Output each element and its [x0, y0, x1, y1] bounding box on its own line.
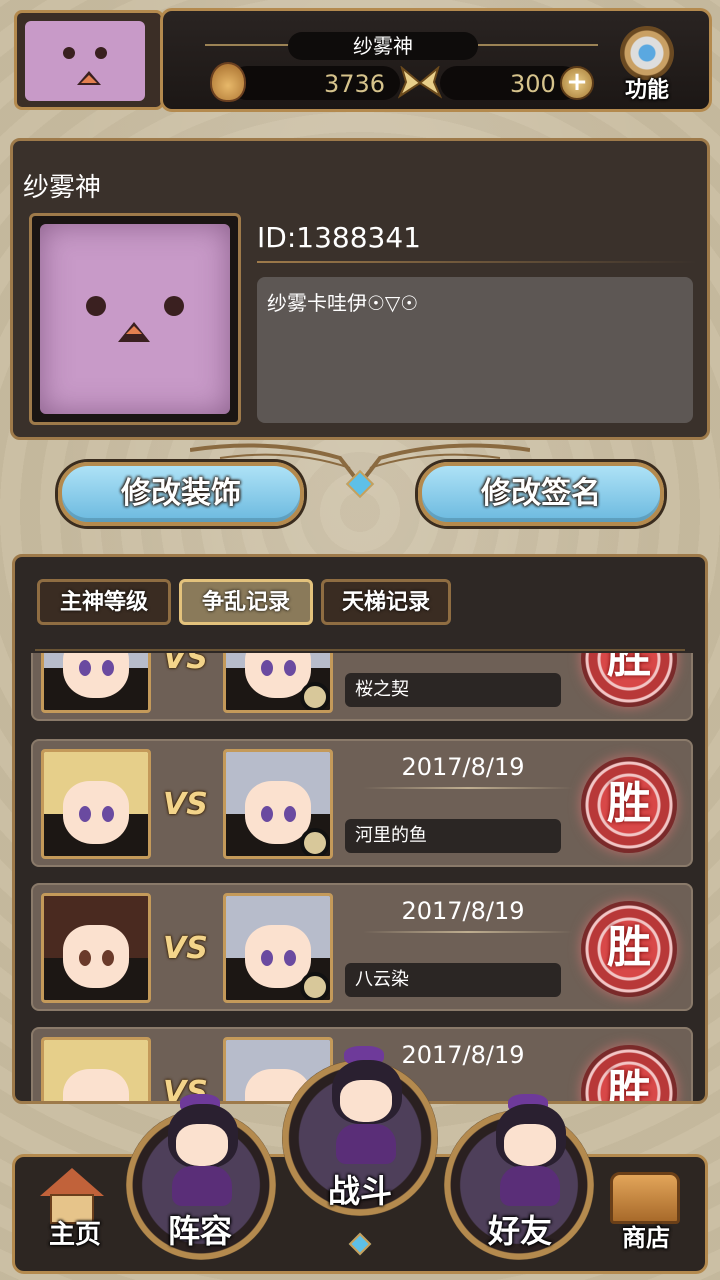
flame-icon [210, 62, 246, 102]
divider [35, 649, 685, 651]
butterfly-icon [398, 66, 442, 99]
signature-box: 纱雾卡哇伊☉▽☉ [257, 277, 693, 423]
nav-shop-label[interactable]: 商店 [608, 1218, 684, 1253]
vs-label: VS [163, 931, 208, 966]
records-panel: 主神等级 争乱记录 天梯记录 VS 桜之契 胜 VS 2017/8/19 河里的… [12, 554, 708, 1104]
edit-decoration-button[interactable]: 修改装饰 [58, 462, 304, 526]
player-portrait [41, 1037, 151, 1101]
avatar-face [40, 224, 230, 414]
record-date: 2017/8/19 [401, 897, 525, 925]
beak [118, 322, 150, 342]
edit-signature-button[interactable]: 修改签名 [418, 462, 664, 526]
avatar-face [25, 21, 145, 101]
search-icon[interactable] [300, 828, 330, 856]
records-list[interactable]: VS 桜之契 胜 VS 2017/8/19 河里的鱼 胜 VS 2017/8/1… [31, 653, 693, 1101]
plus-icon[interactable]: + [560, 66, 594, 100]
currency-primary: 3736 [324, 70, 386, 98]
friends-character-icon [470, 1094, 590, 1214]
function-label: 功能 [624, 78, 669, 103]
beak [77, 71, 101, 85]
profile-id: ID:1388341 [257, 221, 421, 254]
nav-home-label[interactable]: 主页 [40, 1214, 110, 1251]
eye-right [95, 47, 107, 59]
player-portrait [41, 893, 151, 1003]
list-item[interactable]: VS 桜之契 胜 [31, 653, 693, 721]
list-item[interactable]: VS 2017/8/19 河里的鱼 胜 [31, 739, 693, 867]
divider [257, 261, 697, 263]
profile-name: 纱雾神 [23, 173, 102, 203]
player-portrait [41, 749, 151, 859]
profile-avatar[interactable] [29, 213, 241, 425]
chest-icon[interactable] [610, 1172, 680, 1224]
lineup-character-icon [142, 1094, 262, 1214]
win-badge: 胜 [581, 757, 677, 853]
currency-secondary: 300 [510, 70, 556, 98]
vs-label: VS [163, 787, 208, 822]
nav-lineup-label[interactable]: 阵容 [150, 1206, 250, 1252]
player-name: 纱雾神 [288, 32, 478, 60]
eye-left [86, 296, 106, 316]
divider [363, 787, 573, 789]
function-button[interactable]: 功能 [612, 26, 682, 106]
tab-ladder-records[interactable]: 天梯记录 [321, 579, 451, 625]
battle-character-icon [306, 1046, 426, 1166]
eye-right [164, 296, 184, 316]
opponent-name: 河里的鱼 [345, 819, 561, 853]
opponent-portrait[interactable] [223, 653, 333, 713]
player-portrait [41, 653, 151, 713]
divider [363, 931, 573, 933]
vs-label: VS [163, 653, 208, 676]
nav-battle-label[interactable]: 战斗 [310, 1166, 410, 1212]
list-item[interactable]: VS 2017/8/19 八云染 胜 [31, 883, 693, 1011]
top-avatar[interactable] [14, 10, 164, 110]
opponent-name: 八云染 [345, 963, 561, 997]
win-badge: 胜 [581, 901, 677, 997]
opponent-portrait[interactable] [223, 749, 333, 859]
profile-panel: 纱雾神 ID:1388341 纱雾卡哇伊☉▽☉ [10, 138, 710, 440]
divider [205, 44, 290, 46]
divider [478, 44, 598, 46]
signature-text: 纱雾卡哇伊☉▽☉ [267, 291, 419, 315]
win-badge: 胜 [581, 653, 677, 707]
record-date: 2017/8/19 [401, 753, 525, 781]
win-badge: 胜 [581, 1045, 677, 1101]
eye-left [63, 47, 75, 59]
tab-god-level[interactable]: 主神等级 [37, 579, 171, 625]
search-icon[interactable] [300, 682, 330, 710]
top-bar: 纱雾神 3736 300 + 功能 [0, 0, 720, 118]
opponent-name: 桜之契 [345, 673, 561, 707]
tab-battle-records[interactable]: 争乱记录 [179, 579, 313, 625]
search-icon[interactable] [300, 972, 330, 1000]
opponent-portrait[interactable] [223, 893, 333, 1003]
nav-friends-label[interactable]: 好友 [470, 1206, 570, 1252]
